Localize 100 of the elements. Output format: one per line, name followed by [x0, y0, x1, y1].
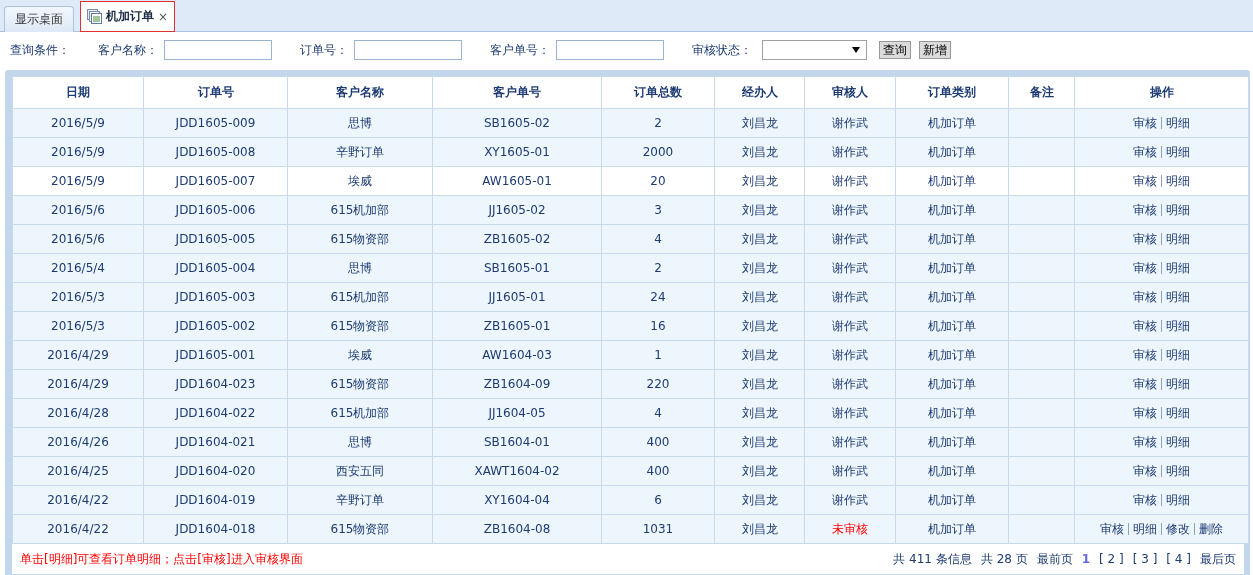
tab[interactable]: 显示桌面 [4, 6, 74, 32]
action-link[interactable]: 审核 [1133, 230, 1157, 248]
input-field[interactable] [164, 40, 272, 60]
page-link[interactable]: [ 4 ] [1166, 552, 1191, 566]
table-cell: 埃威 [348, 347, 372, 362]
action-link[interactable]: 修改 [1166, 520, 1190, 538]
action-link[interactable]: 明细 [1166, 404, 1190, 422]
last-page-link[interactable]: 最后页 [1200, 550, 1236, 568]
table-cell: 谢作武 [832, 405, 868, 420]
action-link[interactable]: 删除 [1199, 520, 1223, 538]
table-cell: 615物资部 [330, 376, 390, 391]
table-cell: 谢作武 [832, 376, 868, 391]
action-link[interactable]: 审核 [1133, 375, 1157, 393]
table-cell: 20 [650, 174, 666, 188]
status-dropdown[interactable] [762, 40, 867, 60]
action-link[interactable]: 审核 [1133, 143, 1157, 161]
table-cell: 埃威 [348, 173, 372, 188]
table-row[interactable]: 2016/4/29 JDD1604-023 615物资部 ZB1604-09 220 刘昌龙 谢作武 机加订单 审核 明细 [12, 369, 1249, 399]
stacked-pages-icon [87, 9, 102, 24]
action-link[interactable]: 明细 [1166, 375, 1190, 393]
table-cell: 辛野订单 [336, 492, 384, 507]
table-cell: 谢作武 [832, 144, 868, 159]
table-cell: 思博 [348, 260, 372, 275]
table-cell: 615物资部 [330, 521, 390, 536]
action-link[interactable]: 明细 [1166, 230, 1190, 248]
action-link[interactable]: 审核 [1133, 259, 1157, 277]
table-cell: 谢作武 [832, 231, 868, 246]
page-link[interactable]: 1 [1081, 552, 1091, 566]
table-cell: 615物资部 [330, 318, 390, 333]
table-cell: 2 [654, 261, 662, 275]
tab[interactable]: 机加订单 × [80, 1, 176, 32]
page-link[interactable]: [ 2 ] [1099, 552, 1124, 566]
action-link[interactable]: 审核 [1133, 404, 1157, 422]
action-link[interactable]: 审核 [1133, 346, 1157, 364]
table-cell: 2016/4/26 [47, 435, 109, 449]
table-cell: 2016/4/29 [47, 377, 109, 391]
table-row[interactable]: 2016/5/6 JDD1605-006 615机加部 JJ1605-02 3 刘昌龙 谢作武 机加订单 审核 明细 [12, 195, 1249, 225]
close-button[interactable]: × [158, 9, 169, 24]
first-page-link[interactable]: 最前页 [1036, 550, 1073, 568]
action-link[interactable]: 审核 [1133, 491, 1157, 509]
column-header: 客户单号 [432, 76, 602, 109]
table-row[interactable]: 2016/5/9 JDD1605-008 辛野订单 XY1605-01 2000 刘昌龙 谢作武 机加订单 审核 明细 [12, 137, 1249, 167]
table-cell: 2016/4/25 [47, 464, 109, 478]
table-row[interactable]: 2016/5/4 JDD1605-004 思博 SB1605-01 2 刘昌龙 谢作武 机加订单 审核 明细 [12, 253, 1249, 283]
table-cell: 机加订单 [928, 434, 976, 449]
table-row[interactable]: 2016/4/22 JDD1604-018 615物资部 ZB1604-08 1031 刘昌龙 未审核 机加订单 审核 明细 修改 删除 [12, 514, 1249, 544]
table-cell: JDD1604-019 [175, 493, 256, 507]
table-cell: 未审核 [832, 521, 868, 536]
action-link[interactable]: 审核 [1100, 520, 1124, 538]
action-link[interactable]: 明细 [1166, 114, 1190, 132]
action-link[interactable]: 审核 [1133, 201, 1157, 219]
action-link[interactable]: 明细 [1166, 491, 1190, 509]
table-cell: 刘昌龙 [741, 463, 778, 478]
action-button[interactable]: 新增 [919, 41, 951, 59]
table-row[interactable]: 2016/4/29 JDD1605-001 埃威 AW1604-03 1 刘昌龙 谢作武 机加订单 审核 明细 [12, 340, 1249, 370]
table-cell: 机加订单 [928, 376, 976, 391]
total-pages: 共 28 页 [980, 550, 1028, 568]
page-link[interactable]: [ 3 ] [1132, 552, 1158, 566]
table-cell: JDD1605-001 [175, 348, 256, 362]
action-link[interactable]: 审核 [1133, 317, 1157, 335]
action-link[interactable]: 明细 [1166, 172, 1190, 190]
table-row[interactable]: 2016/5/3 JDD1605-003 615机加部 JJ1605-01 24 刘昌龙 谢作武 机加订单 审核 明细 [12, 282, 1249, 312]
action-link[interactable]: 明细 [1166, 317, 1190, 335]
action-link[interactable]: 审核 [1133, 288, 1157, 306]
table-cell: JDD1604-022 [175, 406, 256, 420]
table-cell: JDD1605-002 [175, 319, 256, 333]
action-link[interactable]: 明细 [1166, 433, 1190, 451]
action-link[interactable]: 明细 [1133, 520, 1157, 538]
table-cell: JJ1605-02 [488, 203, 546, 217]
input-field[interactable] [556, 40, 664, 60]
table-row[interactable]: 2016/5/9 JDD1605-007 埃威 AW1605-01 20 刘昌龙 谢作武 机加订单 审核 明细 [12, 166, 1249, 196]
action-link[interactable]: 明细 [1166, 288, 1190, 306]
input-field[interactable] [354, 40, 462, 60]
table-cell: 615机加部 [330, 289, 390, 304]
action-link[interactable]: 审核 [1133, 462, 1157, 480]
action-link[interactable]: 明细 [1166, 346, 1190, 364]
table-cell: 24 [650, 290, 666, 304]
table-cell: JDD1605-007 [175, 174, 256, 188]
table-row[interactable]: 2016/4/22 JDD1604-019 辛野订单 XY1604-04 6 刘昌龙 谢作武 机加订单 审核 明细 [12, 485, 1249, 515]
table-cell: JDD1605-006 [175, 203, 256, 217]
table-cell: 思博 [348, 434, 372, 449]
table-cell: 2016/4/29 [47, 348, 109, 362]
action-link[interactable]: 明细 [1166, 201, 1190, 219]
action-link[interactable]: 审核 [1133, 172, 1157, 190]
table-row[interactable]: 2016/5/3 JDD1605-002 615物资部 ZB1605-01 16 刘昌龙 谢作武 机加订单 审核 明细 [12, 311, 1249, 341]
action-link[interactable]: 明细 [1166, 143, 1190, 161]
action-link[interactable]: 明细 [1166, 259, 1190, 277]
table-cell: ZB1604-09 [483, 377, 551, 391]
table-cell: 刘昌龙 [741, 405, 778, 420]
action-button[interactable]: 查询 [879, 41, 911, 59]
table-row[interactable]: 2016/4/26 JDD1604-021 思博 SB1604-01 400 刘昌龙 谢作武 机加订单 审核 明细 [12, 427, 1249, 457]
table-row[interactable]: 2016/5/6 JDD1605-005 615物资部 ZB1605-02 4 刘昌龙 谢作武 机加订单 审核 明细 [12, 224, 1249, 254]
table-cell: 2016/5/4 [51, 261, 105, 275]
action-link[interactable]: 审核 [1133, 114, 1157, 132]
table-row[interactable]: 2016/4/28 JDD1604-022 615机加部 JJ1604-05 4 刘昌龙 谢作武 机加订单 审核 明细 [12, 398, 1249, 428]
table-row[interactable]: 2016/5/9 JDD1605-009 思博 SB1605-02 2 刘昌龙 谢作武 机加订单 审核 明细 [12, 108, 1249, 138]
action-link[interactable]: 审核 [1133, 433, 1157, 451]
action-link[interactable]: 明细 [1166, 462, 1190, 480]
table-cell: 刘昌龙 [741, 173, 778, 188]
table-row[interactable]: 2016/4/25 JDD1604-020 西安五同 XAWT1604-02 400 刘昌龙 谢作武 机加订单 审核 明细 [12, 456, 1249, 486]
